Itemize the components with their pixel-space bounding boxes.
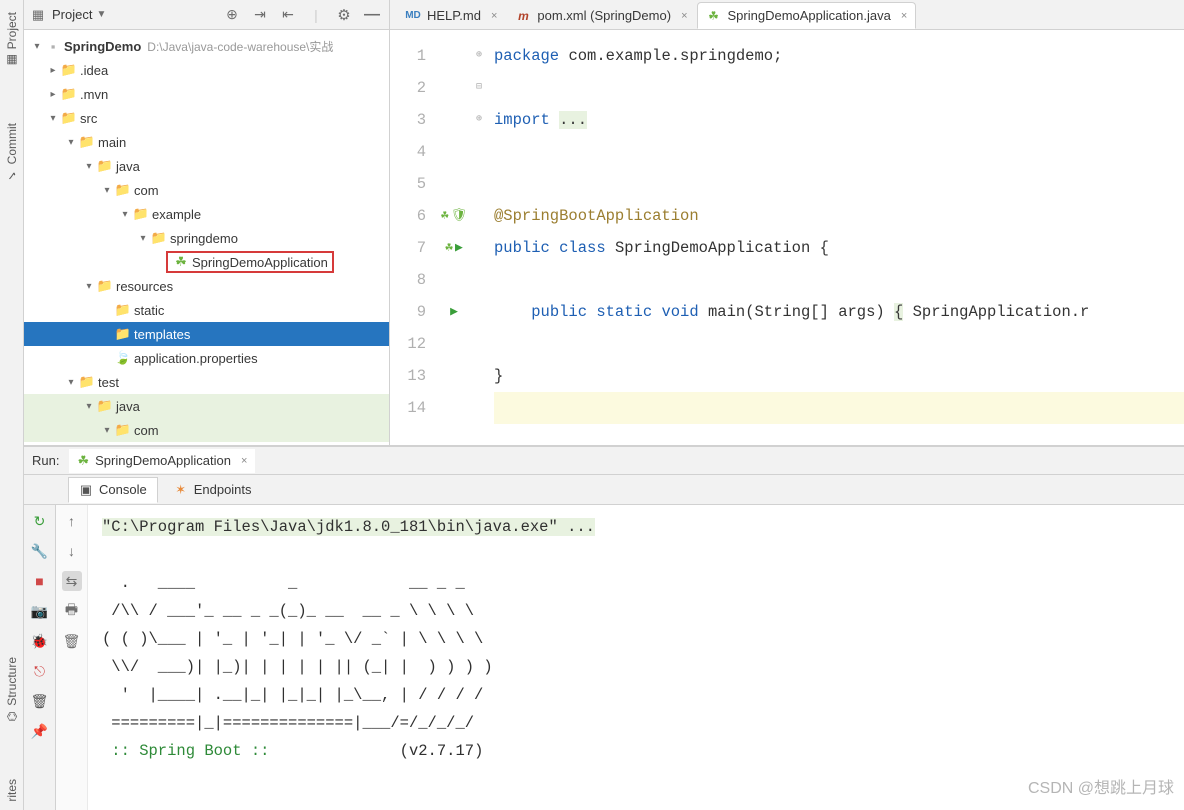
clear-icon[interactable]: 🗑 [62,631,82,651]
commit-icon: ✓ [5,169,19,183]
folder-icon: 📁 [114,302,132,318]
md-icon: MD [405,10,421,21]
folder-icon: 📁 [60,86,78,102]
folder-icon: 📁 [60,62,78,78]
soft-wrap-icon[interactable]: ⇆ [62,571,82,591]
fold-gutter[interactable]: ⊕⊟⊕ [474,30,484,445]
tool-commit-tab[interactable]: ✓Commit [4,115,20,190]
tool-favorites-tab[interactable]: rites [4,771,20,810]
console-tab[interactable]: ▣Console [68,477,158,503]
maven-icon: m [515,9,531,23]
close-icon[interactable]: × [677,10,687,22]
package-icon: 📁 [132,206,150,222]
endpoints-tab[interactable]: ✶Endpoints [164,477,262,503]
editor-tabs: MDHELP.md× mpom.xml (SpringDemo)× ☘Sprin… [390,0,1184,30]
tab-pom[interactable]: mpom.xml (SpringDemo)× [506,2,696,29]
locate-icon[interactable]: ⊕ [221,6,243,23]
tree-test[interactable]: ▾📁test [24,370,389,394]
tab-help[interactable]: MDHELP.md× [396,2,506,29]
module-icon: ▪ [44,39,62,54]
rerun-icon[interactable]: ↻ [30,511,50,531]
hide-icon[interactable]: — [361,6,383,24]
tree-mvn[interactable]: ▸📁.mvn [24,82,389,106]
project-panel-header: ▦ Project ▼ ⊕ ⇥ ⇤ | ⚙ — [24,0,389,30]
shield-icon[interactable]: 🛡 [451,200,468,232]
tree-templates[interactable]: 📁templates [24,322,389,346]
bug-icon[interactable]: 🐞 [30,631,50,651]
run-gutter-icon[interactable]: ▶ [450,296,458,328]
folder-icon: 📁 [78,374,96,390]
collapse-icon[interactable]: ⇤ [277,6,299,23]
tree-main[interactable]: ▾📁main [24,130,389,154]
up-icon[interactable]: ↑ [62,511,82,531]
package-icon: 📁 [114,422,132,438]
package-icon: 📁 [150,230,168,246]
folder-icon: 📁 [114,326,132,342]
tool-structure-tab[interactable]: ⌬Structure [4,649,20,732]
line-numbers: 123456789121314 [390,30,434,445]
structure-icon: ⌬ [5,709,19,723]
run-toolbar-console: ↑ ↓ ⇆ 🖶 🗑 [56,505,88,810]
tree-app-class[interactable]: ☘SpringDemoApplication [24,250,389,274]
spring-gutter-icon[interactable]: ☘ [441,200,449,232]
trash-icon[interactable]: 🗑 [30,691,50,711]
close-icon[interactable]: × [897,10,907,22]
console-icon: ▣ [79,482,93,498]
code-text[interactable]: package com.example.springdemo; import .… [484,30,1184,445]
tree-root[interactable]: ▾▪SpringDemoD:\Java\java-code-warehouse\… [24,34,389,58]
down-icon[interactable]: ↓ [62,541,82,561]
close-icon[interactable]: × [487,10,497,22]
tree-src[interactable]: ▾📁src [24,106,389,130]
spring-icon: ☘ [706,9,722,23]
spring-class-icon: ☘ [172,254,190,270]
tree-test-com[interactable]: ▾📁com [24,418,389,442]
tree-com[interactable]: ▾📁com [24,178,389,202]
tree-idea[interactable]: ▸📁.idea [24,58,389,82]
project-view-selector[interactable]: Project ▼ [52,7,106,22]
folder-icon: 📁 [78,134,96,150]
watermark: CSDN @想跳上月球 [1028,774,1174,798]
run-label: Run: [32,453,59,468]
gear-icon[interactable]: ⚙ [333,6,355,24]
close-icon[interactable]: × [237,455,247,467]
camera-icon[interactable]: 📷 [30,601,50,621]
tree-java[interactable]: ▾📁java [24,154,389,178]
expand-icon[interactable]: ⇥ [249,6,271,23]
tree-resources[interactable]: ▾📁resources [24,274,389,298]
code-editor[interactable]: 123456789121314 ☘🛡 ☘▶ ▶ ⊕⊟⊕ package com.… [390,30,1184,445]
wrench-icon[interactable]: 🔧 [30,541,50,561]
endpoints-icon: ✶ [174,482,188,498]
run-gutter-icon[interactable]: ▶ [455,232,463,264]
project-view-icon: ▦ [30,7,46,23]
spring-gutter-icon[interactable]: ☘ [445,232,453,264]
stop-icon[interactable]: ■ [30,571,50,591]
gutter-icons: ☘🛡 ☘▶ ▶ [434,30,474,445]
src-folder-icon: 📁 [96,158,114,174]
tree-test-java[interactable]: ▾📁java [24,394,389,418]
run-toolbar-left: ↻ 🔧 ■ 📷 🐞 ⎋ 🗑 📌 [24,505,56,810]
print-icon[interactable]: 🖶 [62,601,82,621]
tree-static[interactable]: 📁static [24,298,389,322]
run-config-tab[interactable]: ☘SpringDemoApplication× [69,449,255,473]
tree-springdemo[interactable]: ▾📁springdemo [24,226,389,250]
tab-app[interactable]: ☘SpringDemoApplication.java× [697,2,917,29]
console-output[interactable]: "C:\Program Files\Java\jdk1.8.0_181\bin\… [88,505,1184,810]
tool-project-tab[interactable]: ▦Project [4,4,20,75]
run-subtabs: ▣Console ✶Endpoints [24,475,1184,505]
run-panel-header: Run: ☘SpringDemoApplication× [24,447,1184,475]
project-tree[interactable]: ▾▪SpringDemoD:\Java\java-code-warehouse\… [24,30,389,445]
project-icon: ▦ [5,53,19,67]
exit-icon[interactable]: ⎋ [30,661,50,681]
test-folder-icon: 📁 [96,398,114,414]
leaf-icon: 🍃 [114,350,132,366]
tree-example[interactable]: ▾📁example [24,202,389,226]
package-icon: 📁 [114,182,132,198]
folder-icon: 📁 [60,110,78,126]
spring-icon: ☘ [77,453,89,469]
tree-app-props[interactable]: 🍃application.properties [24,346,389,370]
pin-icon[interactable]: 📌 [30,721,50,741]
resources-folder-icon: 📁 [96,278,114,294]
divider1: | [305,7,327,23]
